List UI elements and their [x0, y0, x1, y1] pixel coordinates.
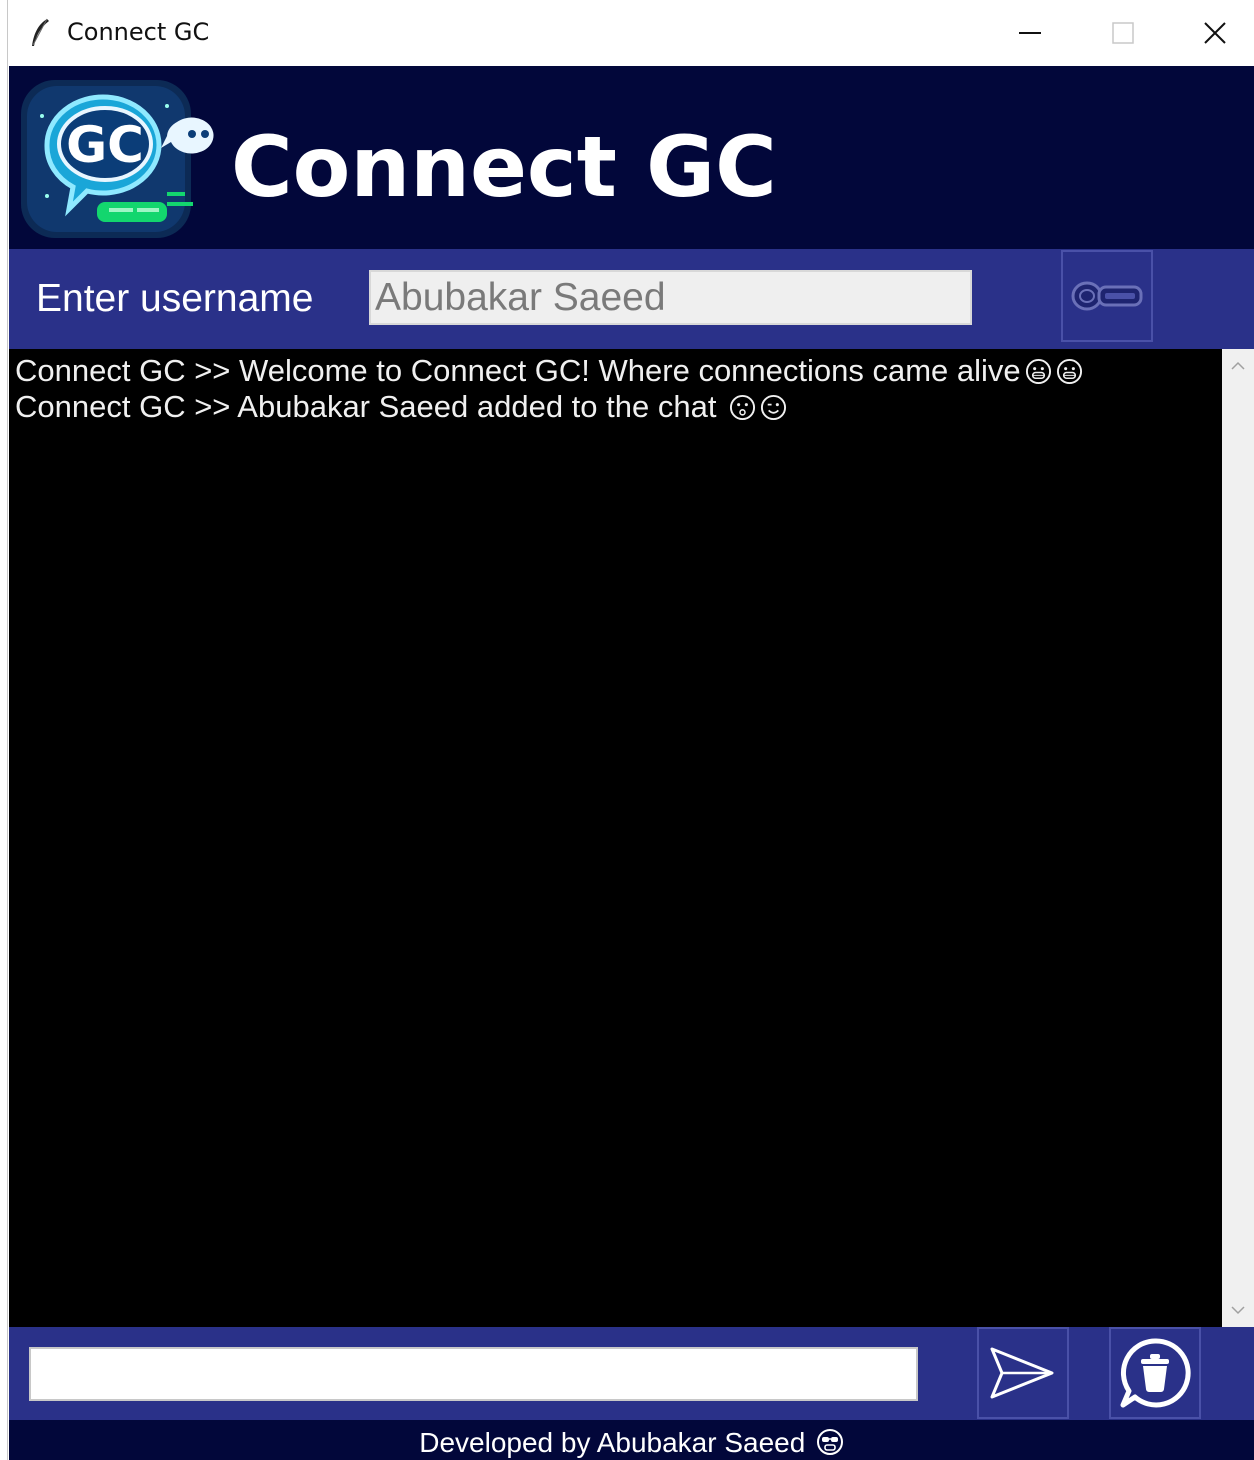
- composer-bar: [9, 1327, 1254, 1420]
- cool-emoji-icon: [816, 1429, 843, 1455]
- maximize-icon: [1112, 22, 1134, 44]
- connect-gc-logo: GC: [21, 80, 214, 238]
- trash-chat-icon: [1120, 1338, 1191, 1408]
- message-input[interactable]: [29, 1347, 918, 1401]
- username-label: Enter username: [36, 277, 314, 320]
- chat-message: Connect GC >> Abubakar Saeed added to th…: [15, 389, 1216, 425]
- join-icon: [1071, 281, 1143, 311]
- chat-log[interactable]: Connect GC >> Welcome to Connect GC! Whe…: [9, 349, 1222, 1327]
- scroll-up-button[interactable]: [1222, 349, 1254, 383]
- scroll-down-button[interactable]: [1222, 1293, 1254, 1327]
- maximize-button[interactable]: [1077, 0, 1169, 66]
- feather-icon: [32, 18, 49, 46]
- header-title: Connect GC: [231, 118, 777, 216]
- window-left-edge: [0, 0, 8, 1460]
- minimize-button[interactable]: [985, 0, 1077, 66]
- chevron-down-icon: [1231, 1306, 1245, 1315]
- winking-emoji-icon: [761, 394, 787, 421]
- chat-message: Connect GC >> Welcome to Connect GC! Whe…: [15, 353, 1216, 389]
- send-button[interactable]: [977, 1327, 1069, 1419]
- grinning-emoji-icon: [1056, 358, 1082, 385]
- chat-scrollbar[interactable]: [1222, 349, 1254, 1327]
- username-row: Enter username: [9, 249, 1254, 349]
- footer-credit: Developed by Abubakar Saeed: [419, 1427, 806, 1458]
- username-input[interactable]: [369, 270, 972, 325]
- clear-chat-button[interactable]: [1109, 1327, 1201, 1419]
- app-header: GC Connect GC: [9, 66, 1254, 249]
- grinning-emoji-icon: [1025, 358, 1051, 385]
- footer: Developed by Abubakar Saeed: [9, 1420, 1254, 1460]
- title-bar: Connect GC: [9, 0, 1254, 66]
- logo-text: GC: [66, 116, 144, 174]
- close-icon: [1204, 22, 1226, 44]
- app-window: Connect GC GC Connect GC Enter username …: [0, 0, 1254, 1460]
- window-title: Connect GC: [67, 18, 210, 46]
- join-button[interactable]: [1061, 250, 1153, 342]
- close-button[interactable]: [1169, 0, 1254, 66]
- chevron-up-icon: [1231, 361, 1245, 370]
- surprised-emoji-icon: [730, 394, 756, 421]
- minimize-icon: [1019, 32, 1041, 34]
- send-icon: [990, 1347, 1054, 1399]
